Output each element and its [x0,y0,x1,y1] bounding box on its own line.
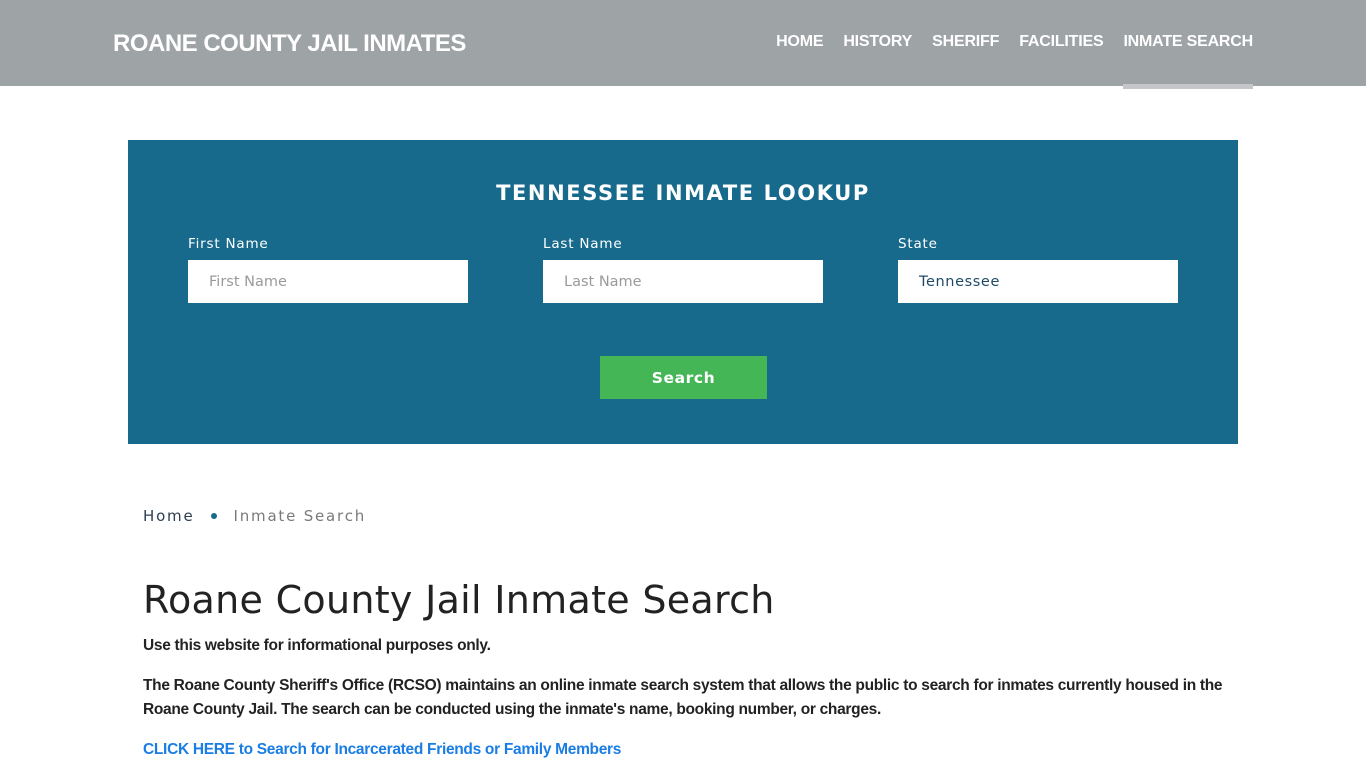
breadcrumb: Home Inmate Search [143,507,366,525]
nav-sheriff[interactable]: SHERIFF [932,0,999,89]
search-friends-family-link[interactable]: CLICK HERE to Search for Incarcerated Fr… [143,738,621,762]
intro-text: Use this website for informational purpo… [143,637,491,654]
lookup-title: TENNESSEE INMATE LOOKUP [496,181,870,205]
state-group: State [898,236,1178,303]
last-name-group: Last Name [543,236,823,303]
breadcrumb-separator-icon [210,513,217,519]
site-header: ROANE COUNTY JAIL INMATES HOME HISTORY S… [0,0,1366,89]
breadcrumb-current: Inmate Search [233,507,367,525]
last-name-label: Last Name [543,236,623,252]
first-name-group: First Name [188,236,468,303]
description-text: The Roane County Sheriff's Office (RCSO)… [143,677,1223,718]
breadcrumb-home[interactable]: Home [143,507,195,525]
nav-home[interactable]: HOME [776,0,823,89]
nav-history[interactable]: HISTORY [843,0,912,89]
page-title: Roane County Jail Inmate Search [143,578,775,622]
search-button[interactable]: Search [600,356,767,399]
main-nav: HOME HISTORY SHERIFF FACILITIES INMATE S… [776,0,1253,89]
nav-facilities[interactable]: FACILITIES [1019,0,1103,89]
site-logo[interactable]: ROANE COUNTY JAIL INMATES [113,30,466,58]
state-label: State [898,236,938,252]
first-name-label: First Name [188,236,269,252]
state-input[interactable] [898,260,1178,303]
last-name-input[interactable] [543,260,823,303]
first-name-input[interactable] [188,260,468,303]
nav-inmate-search[interactable]: INMATE SEARCH [1123,0,1253,89]
